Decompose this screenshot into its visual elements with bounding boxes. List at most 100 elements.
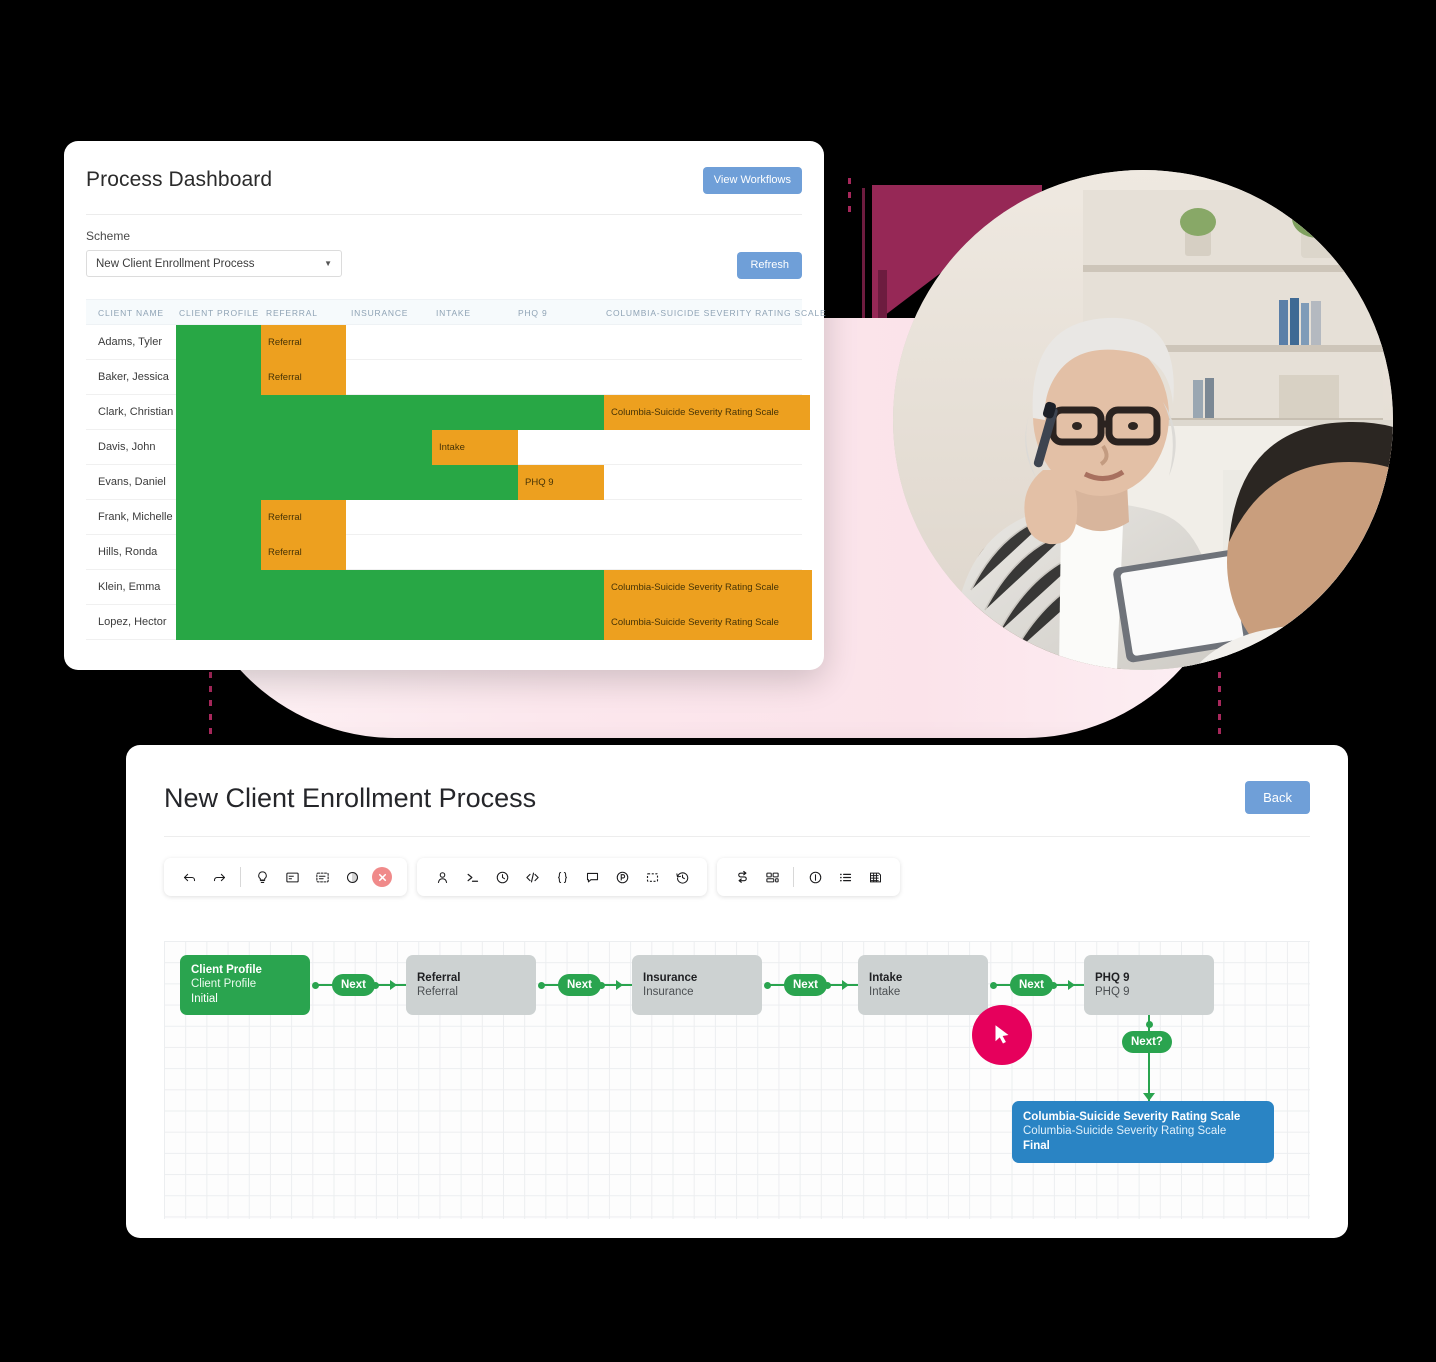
client-name: Hills, Ronda <box>98 546 158 558</box>
toolbar-view-group <box>717 858 900 896</box>
dashed-list-icon[interactable] <box>307 862 337 892</box>
lightbulb-icon[interactable] <box>247 862 277 892</box>
node-title: Columbia-Suicide Severity Rating Scale <box>1023 1111 1241 1123</box>
code-icon[interactable] <box>517 862 547 892</box>
pointer-cursor <box>972 1005 1032 1065</box>
table-header-row: CLIENT NAME CLIENT PROFILE REFERRAL INSURAN… <box>86 299 826 325</box>
workflow-header: New Client Enrollment Process Back <box>126 745 1348 814</box>
page-root: Process Dashboard View Workflows Scheme … <box>0 0 1436 1362</box>
current-stage-label: Referral <box>268 512 302 523</box>
table-row[interactable]: Davis, John Intake <box>86 430 802 465</box>
workflow-node-phq9[interactable]: PHQ 9 PHQ 9 <box>1084 955 1214 1015</box>
back-button[interactable]: Back <box>1245 781 1310 814</box>
workflow-canvas[interactable]: Client Profile Client Profile Initial Refer… <box>164 941 1310 1219</box>
table-row[interactable]: Adams, Tyler Referral <box>86 325 802 360</box>
edge-label-next-1[interactable]: Next <box>332 974 375 996</box>
table-row[interactable]: Klein, Emma Columbia-Suicide Severity Rat… <box>86 570 812 605</box>
table-row[interactable]: Hills, Ronda Referral <box>86 535 802 570</box>
current-stage-label: Columbia-Suicide Severity Rating Scale <box>611 582 779 593</box>
workflow-node-insurance[interactable]: Insurance Insurance <box>632 955 762 1015</box>
toolbar-history-group <box>164 858 407 896</box>
node-subtitle: Insurance <box>643 986 694 998</box>
terminal-icon[interactable] <box>457 862 487 892</box>
connector-arrow-1 <box>390 980 397 990</box>
progress-bar-current: Intake <box>432 430 518 465</box>
table-row[interactable]: Lopez, Hector Columbia-Suicide Severity R… <box>86 605 812 640</box>
list-icon[interactable] <box>830 862 860 892</box>
dashboard-header: Process Dashboard View Workflows <box>64 141 824 194</box>
connector-dot-a-4 <box>990 981 997 989</box>
column-header-2: REFERRAL <box>266 308 318 318</box>
connector-dot-a-1 <box>312 981 319 989</box>
node-title: Insurance <box>643 972 698 984</box>
editor-toolbar <box>126 837 1348 896</box>
edge-label-next-3[interactable]: Next <box>784 974 827 996</box>
column-header-3: INSURANCE <box>351 308 409 318</box>
table-row[interactable]: Clark, Christian Columbia-Suicide Severit… <box>86 395 810 430</box>
dashed-box-icon[interactable] <box>637 862 667 892</box>
progress-bar-current: Referral <box>261 325 346 360</box>
scheme-label: Scheme <box>86 229 131 243</box>
clock-icon[interactable] <box>487 862 517 892</box>
table-row[interactable]: Frank, Michelle Referral <box>86 500 802 535</box>
current-stage-label: Columbia-Suicide Severity Rating Scale <box>611 617 779 628</box>
braces-icon[interactable] <box>547 862 577 892</box>
dotted-line-decoration-top <box>848 178 851 212</box>
table-row[interactable]: Evans, Daniel PHQ 9 <box>86 465 802 500</box>
progress-bar-complete <box>176 395 604 430</box>
edge-label-next-2[interactable]: Next <box>558 974 601 996</box>
current-stage-label: Intake <box>439 442 465 453</box>
connector-arrow-4 <box>1068 980 1075 990</box>
toolbar-separator <box>793 867 794 887</box>
edge-label-next-4[interactable]: Next <box>1010 974 1053 996</box>
workflow-title: New Client Enrollment Process <box>164 782 537 813</box>
column-header-0: CLIENT NAME <box>98 308 164 318</box>
progress-bar-complete <box>176 465 518 500</box>
table-row[interactable]: Baker, Jessica Referral <box>86 360 802 395</box>
info-icon[interactable] <box>800 862 830 892</box>
swap-icon[interactable] <box>727 862 757 892</box>
toolbar-separator <box>240 867 241 887</box>
delete-circle-icon[interactable] <box>372 867 392 887</box>
redo-icon[interactable] <box>204 862 234 892</box>
client-name: Klein, Emma <box>98 581 161 593</box>
workflow-node-client-profile[interactable]: Client Profile Client Profile Initial <box>180 955 310 1015</box>
workflow-node-intake[interactable]: Intake Intake <box>858 955 988 1015</box>
client-name: Frank, Michelle <box>98 511 173 523</box>
view-workflows-button[interactable]: View Workflows <box>702 167 802 194</box>
connector-arrow-2 <box>616 980 623 990</box>
client-name: Evans, Daniel <box>98 476 166 488</box>
edge-label-next-5[interactable]: Next? <box>1122 1031 1172 1053</box>
workflow-node-columbia[interactable]: Columbia-Suicide Severity Rating Scale Co… <box>1012 1101 1274 1163</box>
scheme-section: Scheme New Client Enrollment Process ▼ R… <box>64 215 824 279</box>
node-subtitle: Columbia-Suicide Severity Rating Scale <box>1023 1125 1227 1137</box>
progress-bar-complete <box>176 430 432 465</box>
undo-icon[interactable] <box>174 862 204 892</box>
node-subtitle: Client Profile <box>191 978 257 990</box>
client-name: Lopez, Hector <box>98 616 167 628</box>
refresh-button[interactable]: Refresh <box>737 252 802 279</box>
column-header-5: PHQ 9 <box>518 308 548 318</box>
contrast-icon[interactable] <box>337 862 367 892</box>
node-title: Referral <box>417 972 461 984</box>
client-name: Baker, Jessica <box>98 371 169 383</box>
node-state-label: Final <box>1023 1140 1050 1152</box>
note-icon[interactable] <box>277 862 307 892</box>
workflow-node-referral[interactable]: Referral Referral <box>406 955 536 1015</box>
comment-icon[interactable] <box>577 862 607 892</box>
current-stage-label: Referral <box>268 337 302 348</box>
table-icon[interactable] <box>860 862 890 892</box>
dotted-line-decoration-left <box>209 672 212 734</box>
user-icon[interactable] <box>427 862 457 892</box>
layout-icon[interactable] <box>757 862 787 892</box>
client-progress-table: CLIENT NAME CLIENT PROFILE REFERRAL INSURAN… <box>86 299 826 640</box>
parking-icon[interactable] <box>607 862 637 892</box>
node-state-label: Initial <box>191 993 218 1005</box>
history-icon[interactable] <box>667 862 697 892</box>
chevron-down-icon: ▼ <box>324 258 332 268</box>
column-header-6: COLUMBIA-SUICIDE SEVERITY RATING SCALE <box>606 308 827 318</box>
process-dashboard-card: Process Dashboard View Workflows Scheme … <box>64 141 826 670</box>
node-subtitle: Referral <box>417 986 458 998</box>
scheme-select[interactable]: New Client Enrollment Process ▼ <box>86 250 342 277</box>
connector-dot-vertical-top <box>1145 1021 1153 1028</box>
